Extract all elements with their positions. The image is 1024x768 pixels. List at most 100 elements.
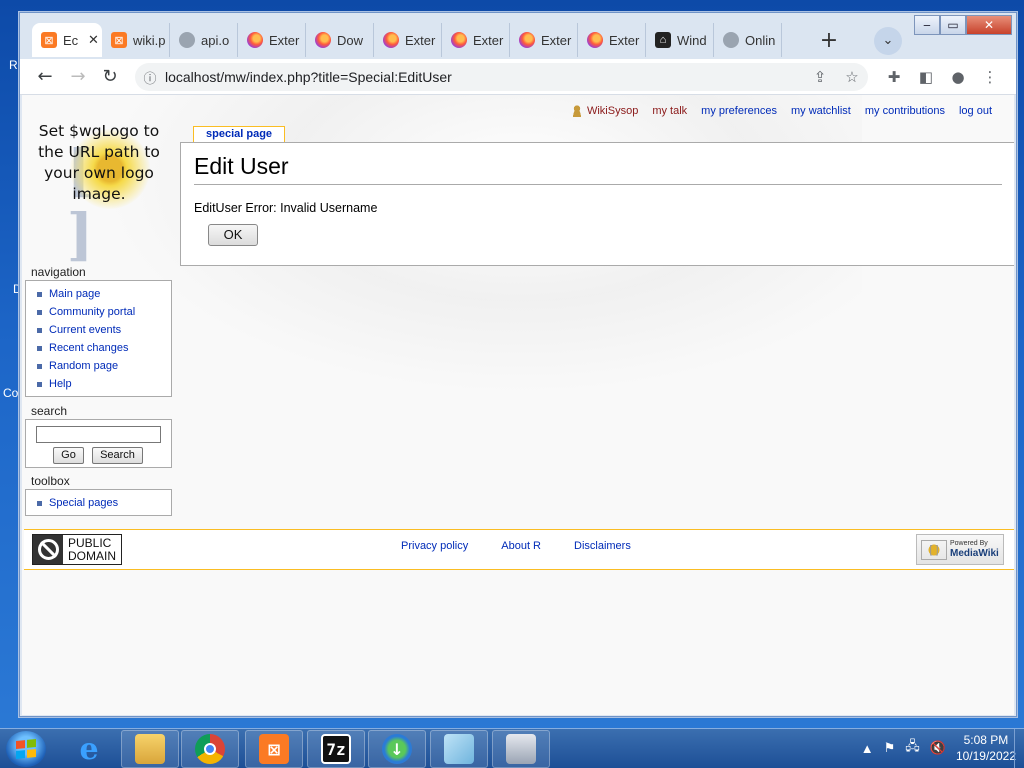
volume-muted-icon[interactable]: 🔇 bbox=[930, 740, 946, 756]
tab-strip: ⊠ Ec ✕ ⊠ wiki.p api.o Exter Dow Exter Ex… bbox=[20, 13, 1016, 59]
internet-explorer-icon: e bbox=[79, 731, 99, 767]
nav-recent-changes[interactable]: Recent changes bbox=[35, 339, 171, 357]
show-desktop-button[interactable] bbox=[1014, 729, 1024, 768]
nav-current-events[interactable]: Current events bbox=[35, 321, 171, 339]
clock-date: 10/19/2022 bbox=[955, 749, 1016, 763]
my-watchlist-link[interactable]: my watchlist bbox=[791, 105, 851, 117]
firefox-icon bbox=[451, 32, 467, 48]
browser-toolbar: ← → ↻ ⓘ localhost/mw/index.php?title=Spe… bbox=[20, 59, 1016, 95]
user-link[interactable]: WikiSysop bbox=[570, 105, 638, 117]
system-tray: ▲ ⚑ 🖧 🔇 5:08 PM 10/19/2022 bbox=[861, 732, 1016, 764]
tab-external[interactable]: Exter bbox=[578, 23, 646, 57]
disclaimers-link[interactable]: Disclaimers bbox=[574, 540, 631, 552]
taskbar-internet-explorer[interactable]: e bbox=[60, 730, 118, 768]
back-button[interactable]: ← bbox=[32, 65, 58, 89]
url-text[interactable]: localhost/mw/index.php?title=Special:Edi… bbox=[165, 69, 804, 85]
my-contributions-link[interactable]: my contributions bbox=[865, 105, 945, 117]
taskbar-xampp[interactable]: ⊠ bbox=[245, 730, 303, 768]
bookmark-star-icon[interactable]: ☆ bbox=[836, 68, 868, 86]
tab-label: Exter bbox=[405, 32, 436, 48]
log-out-link[interactable]: log out bbox=[959, 105, 992, 117]
clock[interactable]: 5:08 PM 10/19/2022 bbox=[956, 732, 1016, 764]
show-hidden-icons-icon[interactable]: ▲ bbox=[861, 741, 874, 756]
tab-edit-user[interactable]: ⊠ Ec ✕ bbox=[32, 23, 102, 57]
toolbox-special-pages[interactable]: Special pages bbox=[35, 494, 171, 512]
nav-main-page[interactable]: Main page bbox=[35, 285, 171, 303]
search-box: Go Search bbox=[25, 419, 172, 468]
info-icon[interactable]: ⓘ bbox=[135, 68, 165, 87]
taskbar-notepad[interactable] bbox=[430, 730, 488, 768]
archive-icon bbox=[506, 734, 536, 764]
reload-button[interactable]: ↻ bbox=[97, 65, 123, 89]
tab-external[interactable]: Exter bbox=[238, 23, 306, 57]
search-input[interactable] bbox=[36, 426, 161, 443]
xampp-icon: ⊠ bbox=[111, 32, 127, 48]
desktop-icon-label: Co bbox=[3, 386, 19, 400]
tab-download[interactable]: Dow bbox=[306, 23, 374, 57]
nav-community-portal[interactable]: Community portal bbox=[35, 303, 171, 321]
tab-external[interactable]: Exter bbox=[442, 23, 510, 57]
close-window-button[interactable]: ✕ bbox=[966, 15, 1012, 35]
clock-time: 5:08 PM bbox=[963, 733, 1009, 747]
start-button[interactable] bbox=[6, 731, 46, 767]
ok-button[interactable]: OK bbox=[208, 224, 258, 246]
minimize-button[interactable]: ‒ bbox=[914, 15, 940, 35]
taskbar-download-manager[interactable]: ↓ bbox=[368, 730, 426, 768]
xampp-icon: ⊠ bbox=[41, 32, 57, 48]
share-icon[interactable]: ⇪ bbox=[804, 68, 836, 86]
special-page-tab[interactable]: special page bbox=[193, 126, 286, 142]
nav-help[interactable]: Help bbox=[35, 375, 171, 393]
privacy-policy-link[interactable]: Privacy policy bbox=[401, 540, 468, 552]
wiki-footer: PUBLIC DOMAIN Privacy policy About R Disc… bbox=[24, 529, 1014, 570]
tab-external[interactable]: Exter bbox=[510, 23, 578, 57]
tab-search-button[interactable]: ⌄ bbox=[874, 27, 902, 55]
action-center-flag-icon[interactable]: ⚑ bbox=[884, 740, 896, 756]
public-domain-badge[interactable]: PUBLIC DOMAIN bbox=[32, 534, 122, 565]
taskbar-recycle[interactable] bbox=[492, 730, 550, 768]
nav-random-page[interactable]: Random page bbox=[35, 357, 171, 375]
taskbar: e ⊠ 7z ↓ ▲ ⚑ 🖧 🔇 5:08 PM 10/19/2022 bbox=[0, 728, 1024, 768]
wiki-logo[interactable]: [ ] Set $wgLogo to the URL path to your … bbox=[30, 119, 168, 267]
tab-online[interactable]: Onlin bbox=[714, 23, 782, 57]
taskbar-file-explorer[interactable] bbox=[121, 730, 179, 768]
about-link[interactable]: About R bbox=[501, 540, 541, 552]
go-button[interactable]: Go bbox=[53, 447, 84, 464]
network-icon[interactable]: 🖧 bbox=[905, 737, 920, 759]
profile-icon[interactable]: ● bbox=[946, 65, 970, 89]
logo-text: Set $wgLogo to the URL path to your own … bbox=[38, 122, 160, 203]
search-button[interactable]: Search bbox=[92, 447, 143, 464]
new-tab-button[interactable]: + bbox=[816, 29, 842, 55]
taskbar-7zip[interactable]: 7z bbox=[307, 730, 365, 768]
tab-wiki[interactable]: ⊠ wiki.p bbox=[102, 23, 170, 57]
user-name[interactable]: WikiSysop bbox=[587, 105, 638, 117]
globe-icon bbox=[723, 32, 739, 48]
firefox-icon bbox=[247, 32, 263, 48]
my-talk-link[interactable]: my talk bbox=[652, 105, 687, 117]
mediawiki-text: MediaWiki bbox=[950, 548, 999, 559]
extensions-icon[interactable]: ✚ bbox=[882, 65, 906, 89]
folder-icon bbox=[135, 734, 165, 764]
globe-icon bbox=[179, 32, 195, 48]
toolbox-box: Special pages bbox=[25, 489, 172, 516]
search-heading: search bbox=[31, 404, 68, 418]
tab-api[interactable]: api.o bbox=[170, 23, 238, 57]
taskbar-chrome[interactable] bbox=[181, 730, 239, 768]
tab-label: Wind bbox=[677, 32, 707, 48]
tab-external[interactable]: Exter bbox=[374, 23, 442, 57]
forward-button[interactable]: → bbox=[65, 65, 91, 89]
powered-by-mediawiki-badge[interactable]: [ ] Powered By MediaWiki bbox=[916, 534, 1004, 565]
maximize-button[interactable]: ▭ bbox=[940, 15, 966, 35]
tab-label: Ec bbox=[63, 32, 79, 48]
tab-label: Exter bbox=[269, 32, 300, 48]
title-divider bbox=[194, 184, 1002, 185]
firefox-icon bbox=[587, 32, 603, 48]
firefox-icon bbox=[383, 32, 399, 48]
address-bar[interactable]: ⓘ localhost/mw/index.php?title=Special:E… bbox=[135, 63, 868, 91]
bank-icon: ⌂ bbox=[655, 32, 671, 48]
tab-windows[interactable]: ⌂ Wind bbox=[646, 23, 714, 57]
close-icon[interactable]: ✕ bbox=[88, 32, 102, 48]
my-preferences-link[interactable]: my preferences bbox=[701, 105, 777, 117]
side-panel-icon[interactable]: ◧ bbox=[914, 65, 938, 89]
menu-icon[interactable]: ⋮ bbox=[978, 65, 1002, 89]
tab-label: Dow bbox=[337, 32, 364, 48]
